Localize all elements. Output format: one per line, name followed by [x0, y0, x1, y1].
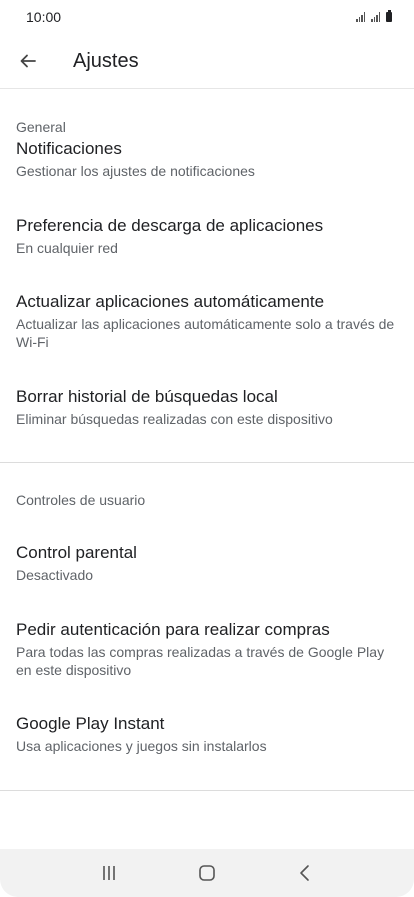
status-bar: 10:00 — [0, 0, 414, 34]
section-header: General — [16, 119, 66, 135]
item-title: Control parental — [16, 543, 137, 562]
signal-icon — [356, 12, 365, 22]
settings-item-google-play-instant[interactable]: Google Play Instant Usa aplicaciones y j… — [0, 713, 414, 790]
section-user-controls: Controles de usuario Control parental De… — [0, 463, 414, 790]
app-bar: Ajustes — [0, 34, 414, 88]
item-title: Borrar historial de búsquedas local — [16, 387, 278, 406]
item-title: Pedir autenticación para realizar compra… — [16, 620, 330, 639]
back-icon[interactable] — [285, 853, 325, 893]
item-title: Actualizar aplicaciones automáticamente — [16, 292, 325, 311]
item-subtitle: Para todas las compras realizadas a trav… — [16, 644, 385, 678]
recent-apps-icon[interactable] — [89, 853, 129, 893]
battery-icon — [386, 10, 392, 22]
settings-item-clear-history[interactable]: Borrar historial de búsquedas local Elim… — [0, 386, 414, 462]
settings-item-parental-control[interactable]: Control parental Desactivado — [0, 542, 414, 619]
settings-item-purchase-auth[interactable]: Pedir autenticación para realizar compra… — [0, 619, 414, 713]
item-subtitle: Usa aplicaciones y juegos sin instalarlo… — [16, 738, 267, 754]
home-icon[interactable] — [187, 853, 227, 893]
settings-item-download-preference[interactable]: Preferencia de descarga de aplicaciones … — [0, 215, 414, 291]
status-time: 10:00 — [26, 9, 62, 25]
back-arrow-icon[interactable] — [14, 47, 42, 75]
item-subtitle: Desactivado — [16, 567, 94, 583]
status-icons — [356, 10, 392, 22]
item-subtitle: Actualizar las aplicaciones automáticame… — [16, 316, 395, 350]
system-nav-bar — [0, 849, 414, 897]
settings-item-notifications[interactable]: Notificaciones Gestionar los ajustes de … — [0, 138, 414, 215]
page-title: Ajustes — [73, 49, 139, 72]
item-subtitle: En cualquier red — [16, 240, 118, 256]
settings-item-auto-update[interactable]: Actualizar aplicaciones automáticamente … — [0, 291, 414, 386]
section-general: General Notificaciones Gestionar los aju… — [0, 89, 414, 462]
section-divider — [0, 790, 414, 791]
item-title: Preferencia de descarga de aplicaciones — [16, 216, 324, 235]
item-title: Notificaciones — [16, 139, 122, 158]
item-title: Google Play Instant — [16, 714, 165, 733]
section-header: Controles de usuario — [16, 492, 146, 508]
signal-icon — [371, 12, 380, 22]
item-subtitle: Gestionar los ajustes de notificaciones — [16, 163, 255, 179]
item-subtitle: Eliminar búsquedas realizadas con este d… — [16, 411, 333, 427]
